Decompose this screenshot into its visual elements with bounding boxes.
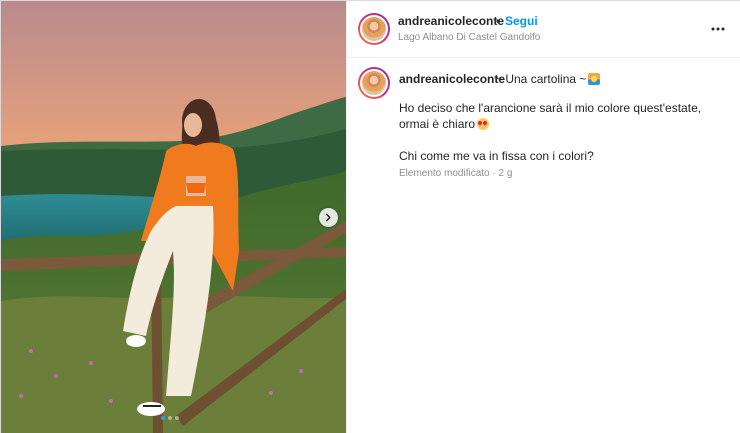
photo-image: [1, 1, 346, 433]
avatar[interactable]: [358, 67, 390, 99]
caption-title: ~ Una cartolina ~: [495, 72, 601, 86]
next-slide-button[interactable]: [319, 208, 338, 227]
post-modal: andreanicoleconte • Segui Lago Albano Di…: [0, 0, 740, 433]
more-horizontal-icon: [711, 27, 725, 31]
carousel-dot: [168, 416, 172, 420]
smiling-face-with-hearts-emoji-icon: [477, 118, 490, 130]
follow-button[interactable]: Segui: [505, 14, 538, 28]
caption-line: Ho deciso che l'arancione sarà il mio co…: [399, 100, 729, 132]
carousel-dot: [175, 416, 179, 420]
more-options-button[interactable]: [707, 21, 729, 37]
post-header: andreanicoleconte • Segui Lago Albano Di…: [347, 1, 740, 58]
carousel-dot-active: [161, 416, 165, 420]
caption-line-2: Chi come me va in fissa con i colori?: [399, 149, 594, 163]
carousel-indicator: [161, 416, 179, 420]
separator-dot: •: [496, 14, 501, 28]
post-location[interactable]: Lago Albano Di Castel Gandolfo: [398, 32, 540, 43]
avatar[interactable]: [358, 13, 390, 45]
caption-title-text: ~ Una cartolina ~: [495, 72, 587, 86]
sunset-emoji-icon: [588, 73, 601, 85]
caption-meta: Elemento modificato · 2 g: [399, 168, 513, 179]
post-username[interactable]: andreanicoleconte: [398, 14, 504, 28]
caption-username[interactable]: andreanicoleconte: [399, 72, 505, 86]
caption-line-1: Ho deciso che l'arancione sarà il mio co…: [399, 101, 702, 131]
post-side-panel: andreanicoleconte • Segui Lago Albano Di…: [346, 1, 740, 433]
chevron-right-icon: [325, 213, 331, 222]
post-photo[interactable]: [1, 1, 346, 433]
